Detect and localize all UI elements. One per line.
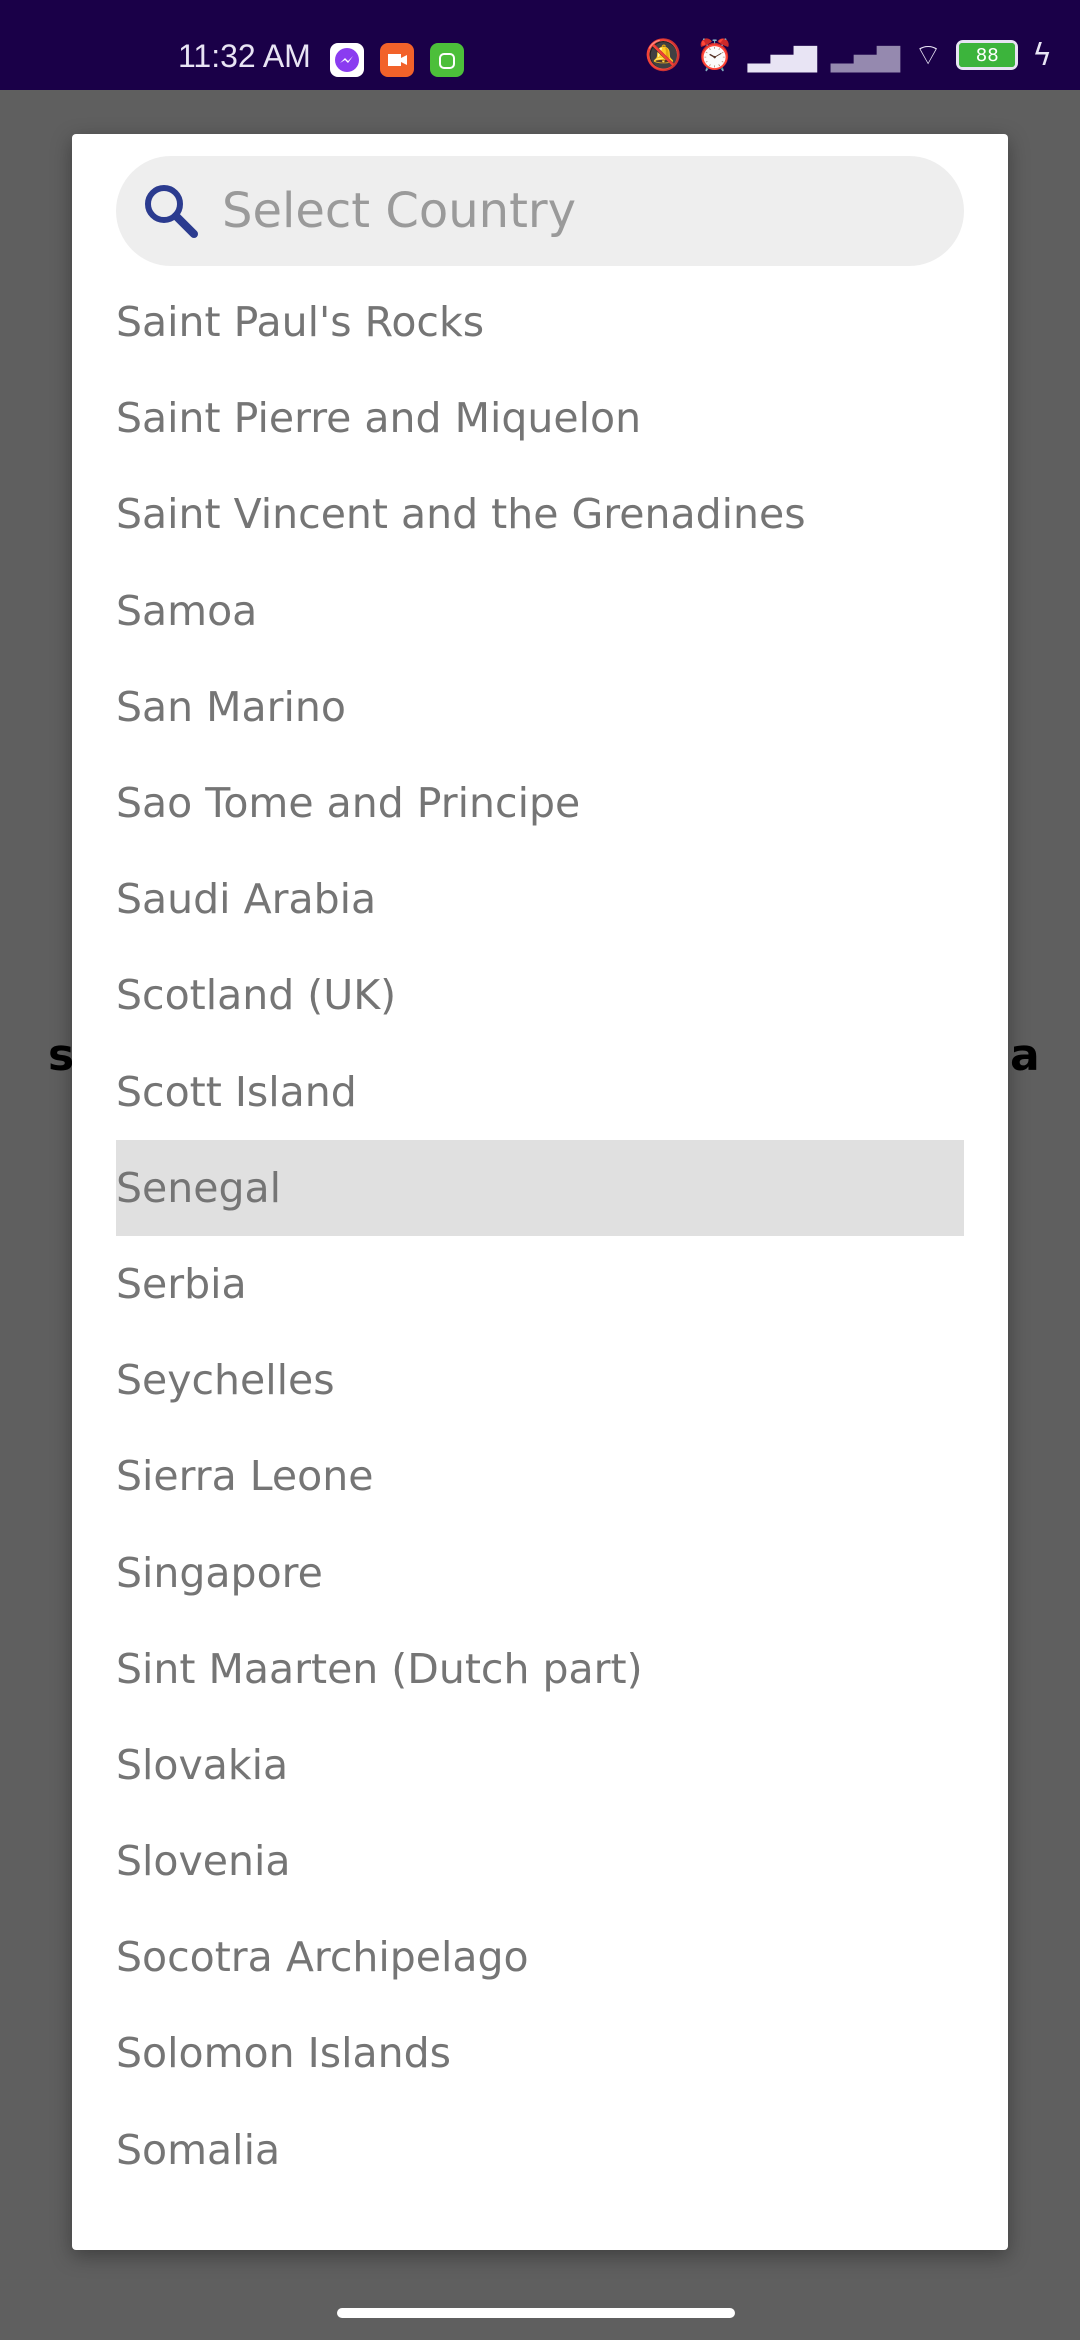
country-item[interactable]: Sao Tome and Principe [116, 755, 964, 851]
search-input[interactable] [222, 183, 922, 239]
background-text-fragment: a [1010, 1030, 1040, 1081]
country-item[interactable]: Saint Paul's Rocks [116, 274, 964, 370]
background-text-fragment: s [48, 1030, 75, 1081]
country-item[interactable]: Scott Island [116, 1044, 964, 1140]
home-gesture-handle[interactable] [337, 2308, 735, 2318]
country-item[interactable]: Scotland (UK) [116, 947, 964, 1043]
video-call-icon [380, 43, 414, 77]
country-item[interactable]: Singapore [116, 1524, 964, 1620]
charging-icon: ϟ [1032, 37, 1052, 73]
battery-icon: 88 [956, 40, 1019, 70]
country-item[interactable]: Somalia [116, 2102, 964, 2198]
alarm-icon: ⏰ [696, 37, 734, 73]
country-item[interactable]: Sint Maarten (Dutch part) [116, 1621, 964, 1717]
country-item[interactable]: San Marino [116, 659, 964, 755]
country-item[interactable]: Senegal [116, 1139, 964, 1236]
country-picker-dialog: Saint Paul's RocksSaint Pierre and Mique… [72, 134, 1008, 2250]
country-item[interactable]: Serbia [116, 1236, 964, 1332]
country-item[interactable]: Seychelles [116, 1332, 964, 1428]
android-app-icon [430, 43, 464, 77]
country-item[interactable]: Socotra Archipelago [116, 1909, 964, 2005]
signal-icon: ▂▄▆ [747, 37, 817, 73]
country-item[interactable]: Samoa [116, 563, 964, 659]
wifi-icon: ⌔ [914, 38, 943, 73]
signal-icon: ▂▄▆ [830, 37, 900, 73]
search-icon [145, 185, 198, 238]
messenger-icon [330, 43, 364, 77]
country-item[interactable]: Slovenia [116, 1813, 964, 1909]
country-item[interactable]: Sierra Leone [116, 1428, 964, 1524]
status-bar: 11:32 AM 🔕 ⏰ ▂▄▆ ▂▄▆ ⌔ 88 ϟ [0, 0, 1080, 90]
bell-muted-icon: 🔕 [644, 37, 683, 73]
search-bar[interactable] [116, 156, 964, 266]
country-item[interactable]: Saint Vincent and the Grenadines [116, 466, 964, 562]
country-list[interactable]: Saint Paul's Rocks Saint Pierre and Mique… [116, 274, 964, 2198]
country-item[interactable]: Saint Pierre and Miquelon [116, 370, 964, 466]
country-item[interactable]: Slovakia [116, 1717, 964, 1813]
country-item[interactable]: Saudi Arabia [116, 851, 964, 947]
country-item[interactable]: Solomon Islands [116, 2005, 964, 2101]
clock: 11:32 AM [178, 38, 311, 74]
